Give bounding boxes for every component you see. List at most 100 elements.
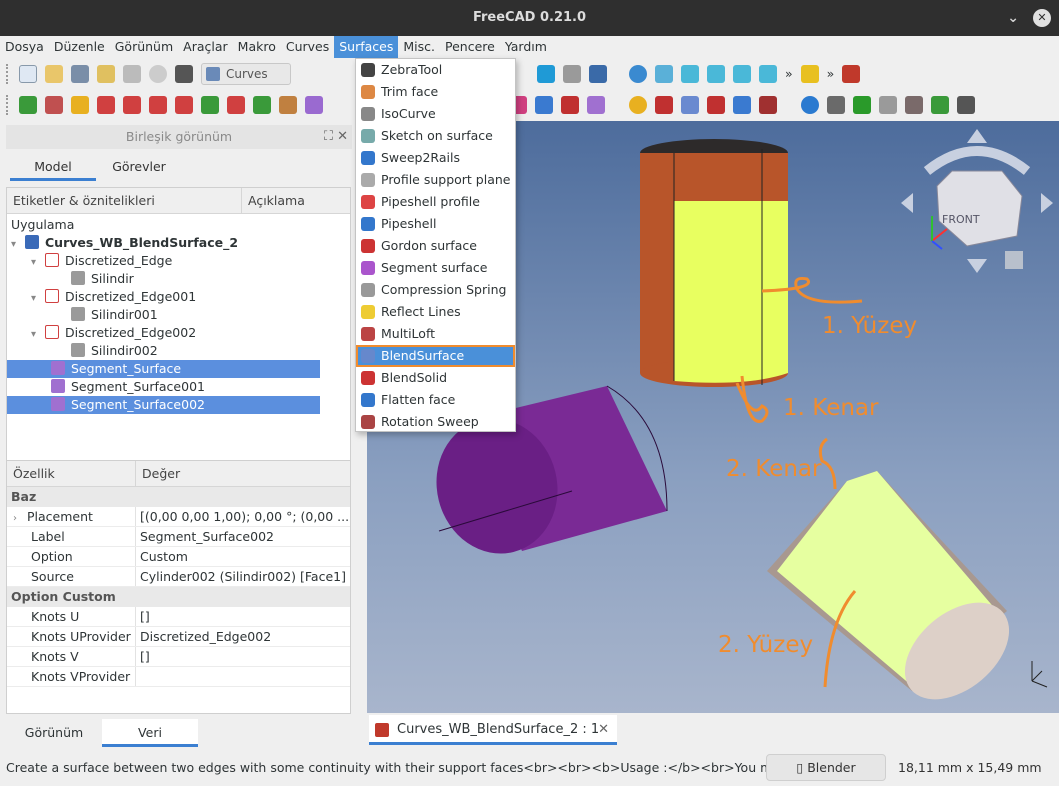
toolbar-overflow-2[interactable]: » <box>827 66 835 81</box>
measure-icon[interactable] <box>879 95 897 114</box>
blend-curve-icon[interactable] <box>175 95 193 114</box>
tree-item-silindir001[interactable]: Silindir001 <box>71 306 158 324</box>
menu-araclar[interactable]: Araçlar <box>178 36 233 58</box>
navcube-menu[interactable] <box>1005 251 1023 269</box>
tree-item-discretized-edge[interactable]: ▾ Discretized_Edge <box>31 252 172 270</box>
tab-veri[interactable]: Veri <box>102 719 198 747</box>
property-row-knots-u[interactable]: Knots U[] <box>7 607 350 627</box>
document-tab[interactable]: Curves_WB_BlendSurface_2 : 1 ✕ <box>369 715 617 745</box>
box-icon[interactable] <box>827 95 845 114</box>
gordon-icon[interactable] <box>561 95 579 114</box>
menu-item-blendsolid[interactable]: BlendSolid <box>356 367 515 389</box>
menu-item-sweep2rails[interactable]: Sweep2Rails <box>356 147 515 169</box>
chevron-down-icon[interactable]: ▾ <box>31 290 41 308</box>
property-header-name[interactable]: Özellik <box>7 461 136 486</box>
tree-header-labels[interactable]: Etiketler & öznitelikleri <box>7 188 242 213</box>
property-value[interactable]: [] <box>136 607 350 626</box>
right-view-icon[interactable] <box>733 64 751 83</box>
sweep-icon[interactable] <box>535 95 553 114</box>
save-icon[interactable] <box>71 64 89 83</box>
macro-icon[interactable] <box>842 64 861 83</box>
property-value[interactable]: Cylinder002 (Silindir002) [Face1] <box>136 567 350 586</box>
menu-yardim[interactable]: Yardım <box>500 36 552 58</box>
menu-item-blendsurface[interactable]: BlendSurface <box>356 345 515 367</box>
property-row-label[interactable]: Label Segment_Surface002 <box>7 527 350 547</box>
forward-icon[interactable] <box>563 64 581 83</box>
property-row-source[interactable]: Source Cylinder002 (Silindir002) [Face1] <box>7 567 350 587</box>
menu-item-zebratool[interactable]: ZebraTool <box>356 59 515 81</box>
tree-item-silindir[interactable]: Silindir <box>71 270 134 288</box>
menu-item-trim-face[interactable]: Trim face <box>356 81 515 103</box>
multiloft-icon[interactable] <box>655 95 673 114</box>
property-value[interactable]: Segment_Surface002 <box>136 527 350 546</box>
chevron-down-icon[interactable]: ▾ <box>31 254 41 272</box>
tree-item-discretized-edge001[interactable]: ▾ Discretized_Edge001 <box>31 288 196 306</box>
menu-item-isocurve[interactable]: IsoCurve <box>356 103 515 125</box>
tab-model[interactable]: Model <box>10 153 96 181</box>
blend-surface-icon[interactable] <box>681 95 699 114</box>
menu-item-rotation-sweep[interactable]: Rotation Sweep <box>356 411 515 433</box>
navcube[interactable] <box>936 170 1023 247</box>
open-file-icon[interactable] <box>45 64 63 83</box>
join-curve-icon[interactable] <box>71 95 89 114</box>
surface-icon[interactable] <box>305 95 323 114</box>
extend-icon[interactable] <box>149 95 167 114</box>
zoom-icon[interactable] <box>629 64 647 83</box>
navcube-arrow-down[interactable] <box>967 259 987 273</box>
tree-item-segment-surface001[interactable]: Segment_Surface001 <box>7 378 320 396</box>
tab-gorevler[interactable]: Görevler <box>96 153 182 181</box>
menu-item-segment-surface[interactable]: Segment surface <box>356 257 515 279</box>
property-row-knots-v[interactable]: Knots V[] <box>7 647 350 667</box>
menu-item-pipeshell[interactable]: Pipeshell <box>356 213 515 235</box>
menu-pencere[interactable]: Pencere <box>440 36 500 58</box>
approximate-icon[interactable] <box>123 95 141 114</box>
property-row-knots-vprovider[interactable]: Knots VProvider <box>7 667 350 687</box>
menu-surfaces[interactable]: Surfaces <box>334 36 399 58</box>
menu-item-profile-support-plane[interactable]: Profile support plane <box>356 169 515 191</box>
menu-item-gordon-surface[interactable]: Gordon surface <box>356 235 515 257</box>
whats-this-icon[interactable] <box>175 64 193 83</box>
tree-item-discretized-edge002[interactable]: ▾ Discretized_Edge002 <box>31 324 196 342</box>
grid-icon[interactable] <box>931 95 949 114</box>
toolbar-grip-2[interactable] <box>6 94 9 115</box>
chevron-down-icon[interactable]: ▾ <box>11 236 21 254</box>
property-header-value[interactable]: Değer <box>136 461 180 486</box>
undo-icon[interactable] <box>97 64 115 83</box>
menu-duzenle[interactable]: Düzenle <box>49 36 110 58</box>
menu-curves[interactable]: Curves <box>281 36 334 58</box>
property-value[interactable]: Discretized_Edge002 <box>136 627 350 646</box>
solid-icon[interactable] <box>853 95 871 114</box>
curve-icon[interactable] <box>45 95 63 114</box>
settings-icon[interactable] <box>957 95 975 114</box>
new-file-icon[interactable] <box>19 64 37 83</box>
discretize-icon[interactable] <box>97 95 115 114</box>
menu-misc[interactable]: Misc. <box>398 36 440 58</box>
back-icon[interactable] <box>537 64 555 83</box>
navigation-style-button[interactable]: ▯ Blender <box>766 754 886 781</box>
blend-solid-icon[interactable] <box>707 95 725 114</box>
tree-item-segment-surface[interactable]: Segment_Surface <box>7 360 320 378</box>
menu-item-reflect-lines[interactable]: Reflect Lines <box>356 301 515 323</box>
toolbar-overflow-1[interactable]: » <box>785 66 793 81</box>
close-tab-icon[interactable]: ✕ <box>598 715 609 745</box>
segment-icon[interactable] <box>279 95 297 114</box>
front-view-icon[interactable] <box>681 64 699 83</box>
menu-item-sketch-on-surface[interactable]: Sketch on surface <box>356 125 515 147</box>
property-value[interactable]: [(0,00 0,00 1,00); 0,00 °; (0,00 ... <box>136 507 350 526</box>
tree-document[interactable]: ▾ Curves_WB_BlendSurface_2 <box>11 234 238 252</box>
menu-dosya[interactable]: Dosya <box>0 36 49 58</box>
navcube-rotate-arc[interactable] <box>923 146 1031 175</box>
menu-makro[interactable]: Makro <box>233 36 281 58</box>
property-value[interactable]: Custom <box>136 547 350 566</box>
minimize-button[interactable]: ⌄ <box>1007 0 1019 36</box>
float-close-icon[interactable]: ⛶ ✕ <box>324 125 348 149</box>
segment-surface-icon[interactable] <box>587 95 605 114</box>
property-row-placement[interactable]: › Placement [(0,00 0,00 1,00); 0,00 °; (0,… <box>7 507 350 527</box>
property-value[interactable] <box>136 667 350 686</box>
chevron-right-icon[interactable]: › <box>13 509 23 526</box>
workbench-selector[interactable]: Curves <box>201 62 291 85</box>
menu-item-pipeshell-profile[interactable]: Pipeshell profile <box>356 191 515 213</box>
navcube-arrow-left[interactable] <box>901 193 913 213</box>
menu-gorunum[interactable]: Görünüm <box>110 36 178 58</box>
tree-item-segment-surface002[interactable]: Segment_Surface002 <box>7 396 320 414</box>
